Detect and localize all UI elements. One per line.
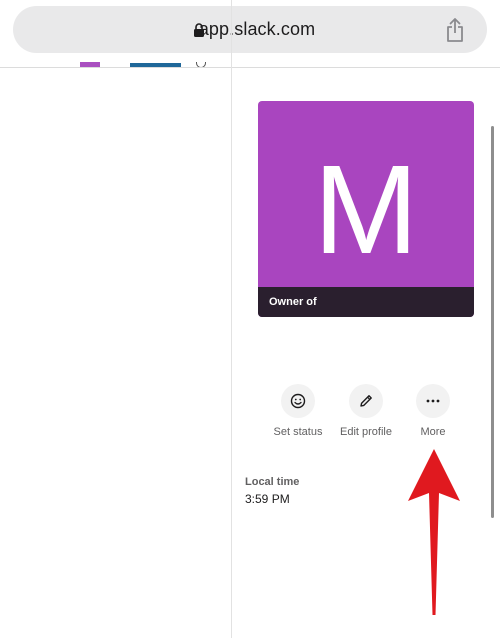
more-button[interactable]: More	[398, 384, 468, 438]
address-bar[interactable]: app.slack.com	[13, 6, 487, 53]
share-icon[interactable]	[445, 17, 465, 43]
set-status-button[interactable]: Set status	[263, 384, 333, 438]
profile-avatar[interactable]: M Owner of	[258, 101, 474, 317]
set-status-label: Set status	[273, 426, 323, 438]
smiley-icon	[290, 393, 306, 409]
pencil-icon	[360, 395, 372, 407]
owner-banner: Owner of	[258, 287, 474, 317]
edit-profile-label: Edit profile	[340, 426, 392, 438]
message-pane	[0, 68, 231, 638]
local-time-value: 3:59 PM	[245, 492, 290, 506]
set-status-circle[interactable]	[281, 384, 315, 418]
more-circle[interactable]	[416, 384, 450, 418]
more-dots-icon	[426, 399, 440, 403]
owner-label: Owner of	[269, 296, 317, 308]
avatar-letter: M	[313, 139, 419, 280]
local-time-label: Local time	[245, 476, 300, 488]
lock-icon	[194, 23, 204, 37]
edit-profile-button[interactable]: Edit profile	[331, 384, 401, 438]
url-text: app.slack.com	[198, 19, 316, 39]
scrollbar[interactable]	[491, 126, 494, 518]
edit-profile-circle[interactable]	[349, 384, 383, 418]
more-label: More	[420, 426, 446, 438]
red-arrow-icon	[408, 449, 460, 615]
pane-divider	[231, 0, 232, 638]
